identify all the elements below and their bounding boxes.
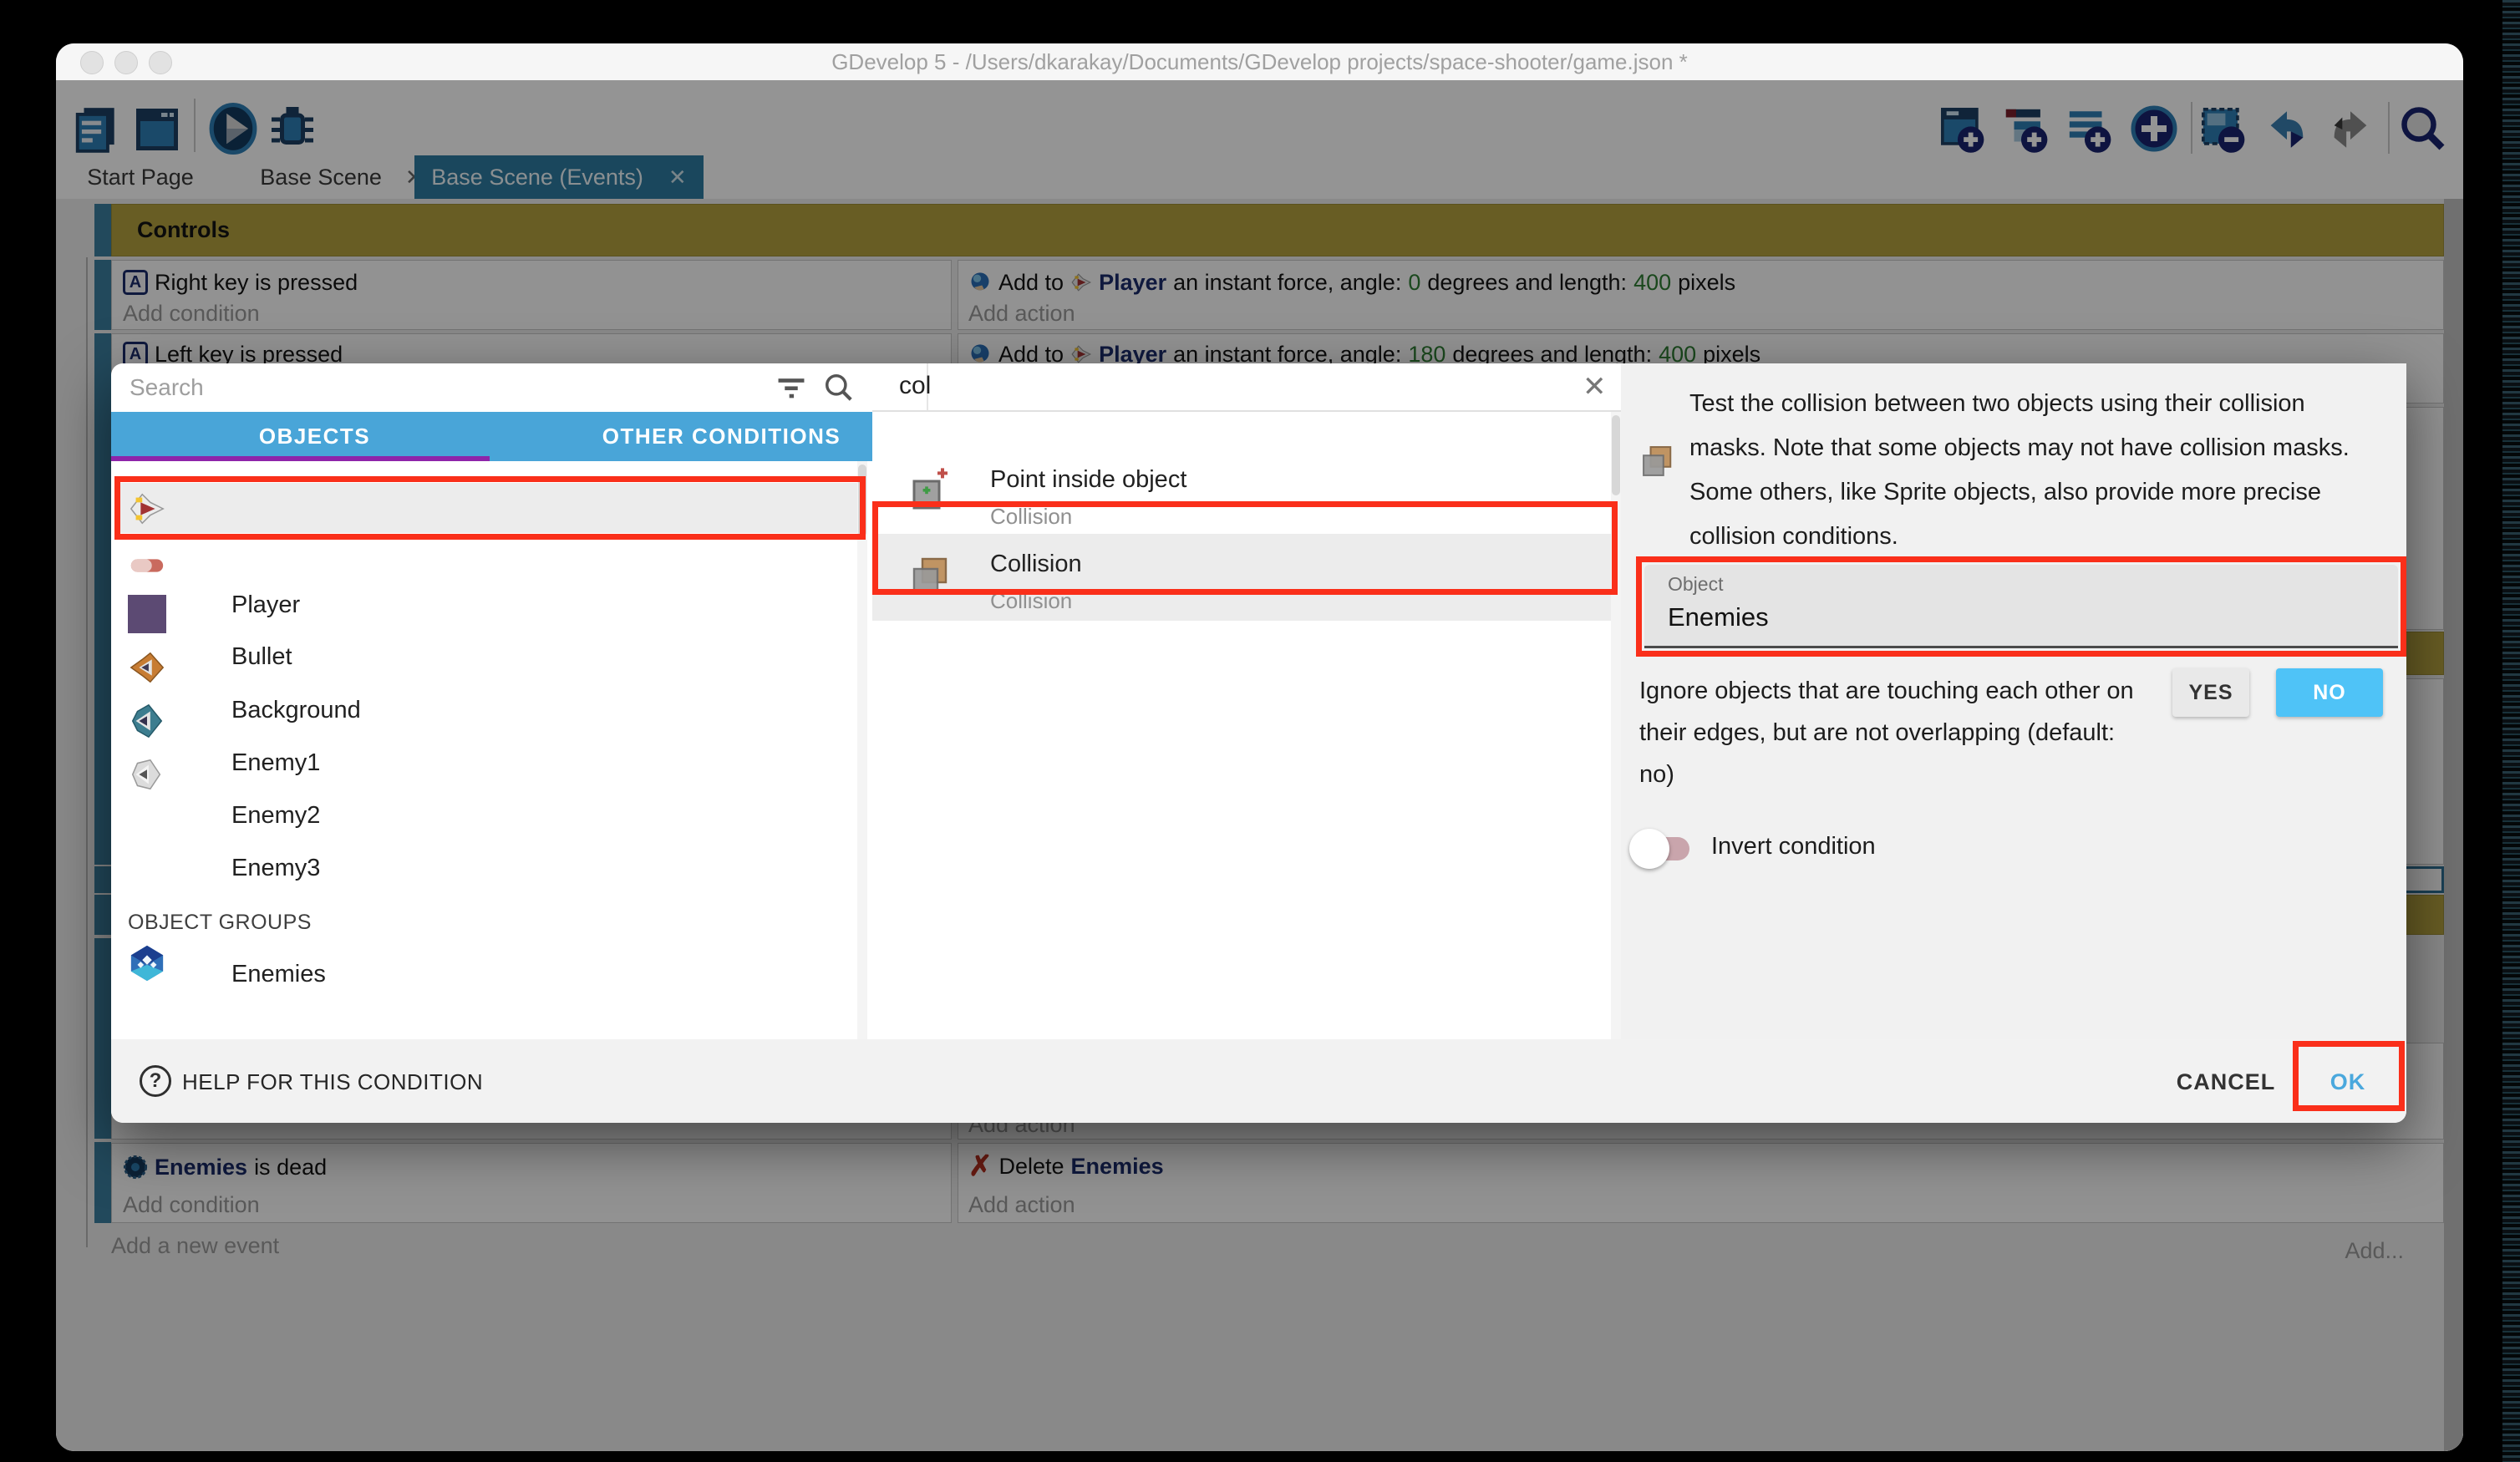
collision-icon	[1639, 443, 1676, 484]
titlebar: GDevelop 5 - /Users/dkarakay/Documents/G…	[56, 43, 2463, 81]
object-label[interactable]: Bullet	[231, 643, 292, 671]
tab-other-conditions[interactable]: OTHER CONDITIONS	[518, 412, 925, 461]
chooser-tabbar: OBJECTS OTHER CONDITIONS	[111, 412, 925, 461]
object-label[interactable]: Player	[231, 591, 300, 619]
bullet-object-icon	[128, 546, 166, 589]
yes-button[interactable]: YES	[2172, 668, 2249, 717]
object-list: Player Bullet Background Enemy1 Enemy2	[111, 461, 925, 1039]
window-title: GDevelop 5 - /Users/dkarakay/Documents/G…	[56, 43, 2463, 80]
gdevelop-window: GDevelop 5 - /Users/dkarakay/Documents/G…	[56, 43, 2463, 1451]
condition-description: Test the collision between two objects u…	[1689, 382, 2383, 559]
condition-search-input[interactable]	[897, 371, 1519, 401]
background-object-icon	[128, 595, 166, 633]
tab-label: OBJECTS	[259, 424, 370, 449]
screenshot-root: GDevelop 5 - /Users/dkarakay/Documents/G…	[0, 0, 2520, 1462]
cancel-button[interactable]: CANCEL	[2159, 1069, 2293, 1095]
help-icon: ?	[140, 1065, 171, 1097]
invert-condition-label: Invert condition	[1711, 833, 1876, 860]
tab-label: OTHER CONDITIONS	[602, 424, 841, 449]
clear-search-icon[interactable]: ✕	[1583, 370, 1607, 404]
annotation-player-item	[114, 476, 866, 540]
enemy3-object-icon	[128, 755, 166, 798]
annotation-collision-result	[872, 501, 1618, 595]
annotation-object-field	[1636, 556, 2406, 657]
help-button[interactable]: HELP FOR THIS CONDITION	[182, 1069, 483, 1095]
object-search-input[interactable]	[128, 373, 716, 402]
object-label[interactable]: Enemy2	[231, 802, 320, 830]
tab-objects[interactable]: OBJECTS	[111, 412, 518, 461]
condition-settings-panel: Test the collision between two objects u…	[1621, 363, 2406, 1039]
object-groups-header: OBJECT GROUPS	[128, 911, 312, 935]
enemy1-object-icon	[128, 648, 166, 691]
no-button[interactable]: NO	[2276, 668, 2383, 717]
desktop-wallpaper-edge	[2502, 0, 2520, 1462]
enemy2-object-icon	[128, 702, 166, 744]
dialog-footer: ? HELP FOR THIS CONDITION CANCEL OK	[111, 1039, 2406, 1123]
object-search[interactable]	[128, 363, 746, 412]
ignore-touching-label: Ignore objects that are touching each ot…	[1639, 670, 2141, 795]
object-label[interactable]: Background	[231, 697, 361, 724]
object-label[interactable]: Enemy1	[231, 749, 320, 777]
search-icon	[823, 372, 855, 408]
object-label[interactable]: Enemy3	[231, 855, 320, 882]
invert-toggle-knob[interactable]	[1629, 829, 1669, 869]
enemies-group-icon	[128, 944, 166, 987]
scrollbar[interactable]	[857, 461, 867, 1039]
result-title: Point inside object	[990, 466, 1186, 494]
filter-icon[interactable]	[775, 373, 807, 406]
group-label[interactable]: Enemies	[231, 961, 326, 988]
annotation-ok-button	[2293, 1041, 2405, 1111]
condition-search[interactable]: ✕	[872, 363, 1621, 412]
